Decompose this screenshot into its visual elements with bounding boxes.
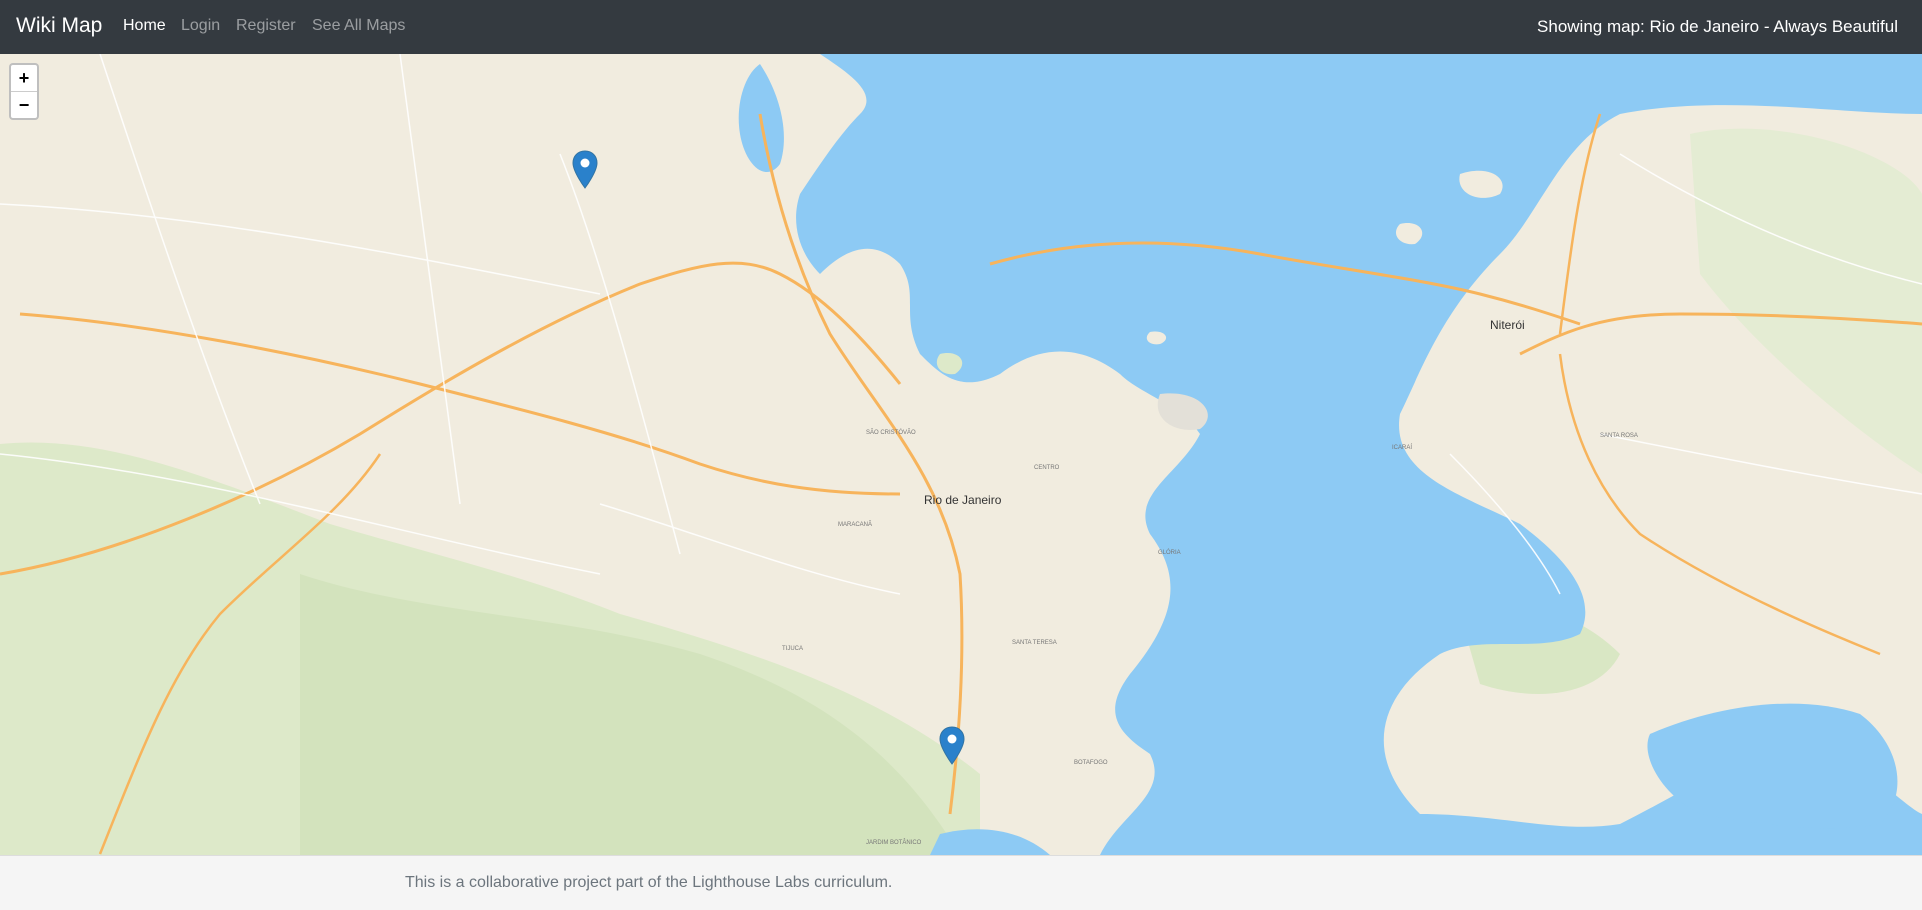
nav-register-link[interactable]: Register [236, 17, 296, 35]
district-label: SÃO CRISTÓVÃO [866, 429, 916, 436]
district-label: TIJUCA [782, 646, 803, 652]
map-view[interactable]: Rio de Janeiro Niterói CENTRO SANTA TERE… [0, 54, 1922, 855]
map-marker-icon[interactable] [939, 726, 965, 766]
map-marker-icon[interactable] [572, 150, 598, 190]
district-label: GLÓRIA [1158, 549, 1181, 556]
district-label: JARDIM BOTÂNICO [866, 839, 922, 846]
brand-link[interactable]: Wiki Map [16, 14, 102, 38]
nav-home-link[interactable]: Home [123, 17, 166, 35]
district-label: ICARAÍ [1392, 444, 1412, 451]
zoom-out-button[interactable]: − [11, 92, 37, 118]
rio-label: Rio de Janeiro [924, 493, 1002, 507]
footer: This is a collaborative project part of … [0, 855, 1922, 910]
footer-text: This is a collaborative project part of … [405, 874, 893, 891]
niteroi-label: Niterói [1490, 318, 1525, 332]
district-label: SANTA TERESA [1012, 640, 1057, 646]
nav-login-link[interactable]: Login [181, 17, 220, 35]
district-label: SANTA ROSA [1600, 433, 1638, 439]
district-label: BOTAFOGO [1074, 760, 1108, 766]
district-label: MARACANÃ [838, 521, 872, 528]
zoom-in-button[interactable]: + [11, 65, 37, 92]
navbar: Wiki Map Home Login Register See All Map… [0, 0, 1922, 54]
zoom-control: + − [9, 63, 39, 120]
district-label: CENTRO [1034, 465, 1060, 471]
nav-see-all-maps-link[interactable]: See All Maps [312, 17, 405, 35]
map-title: Showing map: Rio de Janeiro - Always Bea… [1537, 17, 1898, 36]
